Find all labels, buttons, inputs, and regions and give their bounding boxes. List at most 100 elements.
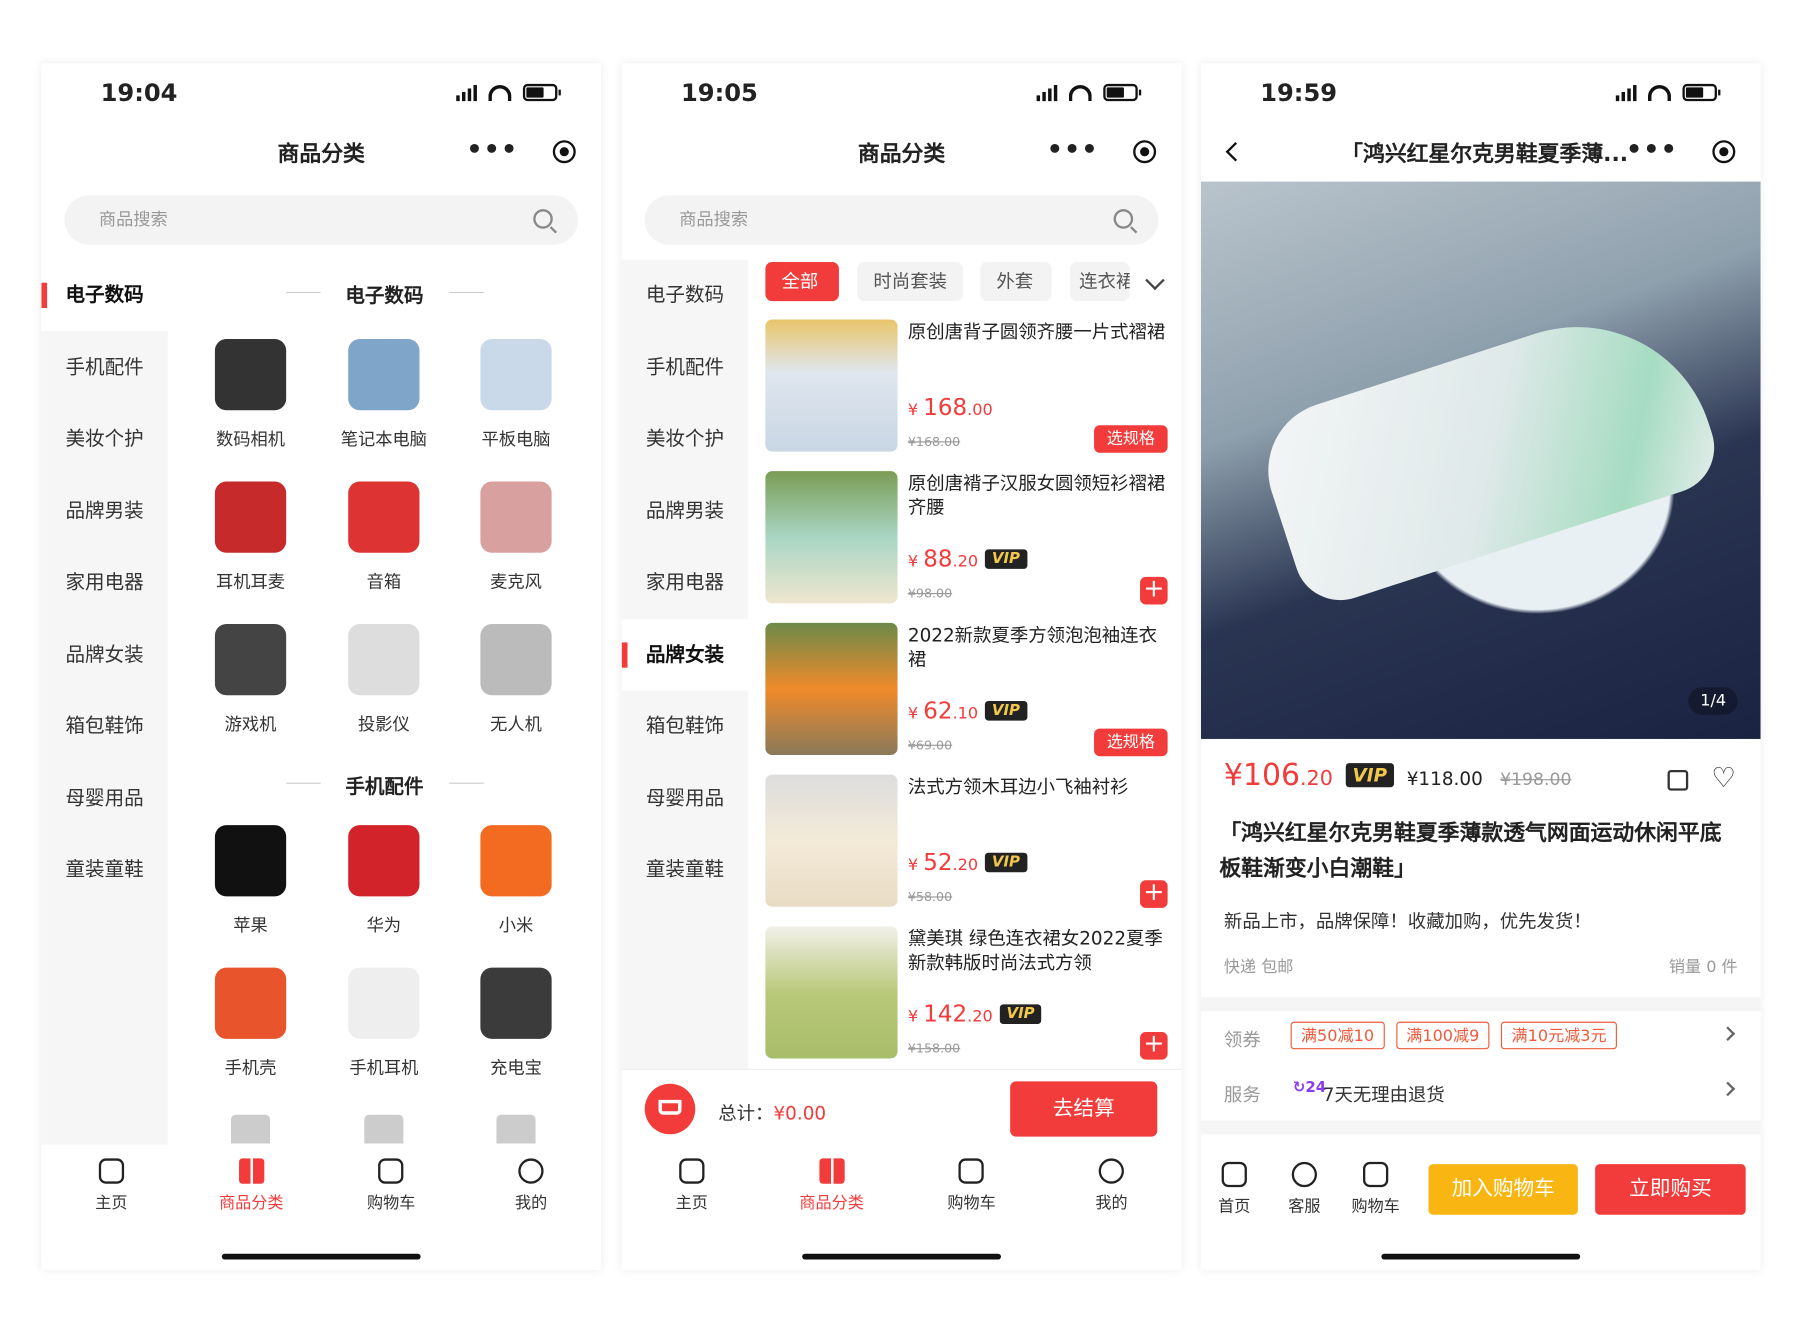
search-input[interactable]: 商品搜索 bbox=[644, 195, 1159, 245]
chip-3[interactable]: 连衣裙 bbox=[1069, 262, 1130, 302]
tab-cart[interactable]: 购物车 bbox=[321, 1149, 461, 1218]
sidebar-item[interactable]: 手机配件 bbox=[622, 332, 748, 403]
category-item[interactable]: 笔记本电脑 bbox=[321, 339, 447, 450]
category-label: 华为 bbox=[366, 914, 402, 936]
category-item[interactable]: 投影仪 bbox=[321, 624, 447, 735]
tab-bar: 主页 商品分类 购物车 我的 bbox=[622, 1149, 1182, 1218]
sidebar-item[interactable]: 美妆个护 bbox=[41, 403, 167, 474]
profile-icon bbox=[1098, 1158, 1125, 1184]
tab-category[interactable]: 商品分类 bbox=[181, 1149, 321, 1218]
category-item[interactable]: 音箱 bbox=[321, 481, 447, 593]
more-icon[interactable]: ••• bbox=[466, 136, 518, 165]
sidebar-item[interactable]: 品牌男装 bbox=[622, 475, 748, 546]
price-decimal: .10 bbox=[952, 704, 979, 723]
add-to-cart-button[interactable]: 加入购物车 bbox=[1428, 1164, 1578, 1215]
category-item[interactable]: 充电宝 bbox=[453, 967, 579, 1079]
sidebar-item[interactable]: 美妆个护 bbox=[622, 403, 748, 474]
sidebar-item[interactable]: 箱包鞋饰 bbox=[41, 691, 167, 762]
category-image bbox=[480, 339, 552, 411]
buy-now-button[interactable]: 立即购买 bbox=[1595, 1164, 1746, 1215]
category-item[interactable]: 耳机耳麦 bbox=[187, 481, 313, 593]
coupon-badge[interactable]: 满100减9 bbox=[1395, 1021, 1490, 1050]
sidebar-item[interactable]: 童装童鞋 bbox=[41, 834, 167, 905]
tab-category[interactable]: 商品分类 bbox=[762, 1149, 902, 1218]
search-icon[interactable] bbox=[1113, 209, 1134, 229]
search-input[interactable]: 商品搜索 bbox=[64, 195, 579, 245]
category-image bbox=[348, 624, 420, 696]
category-item[interactable]: 平板电脑 bbox=[453, 339, 579, 450]
sidebar-item[interactable]: 箱包鞋饰 bbox=[622, 691, 748, 762]
chip-1[interactable]: 时尚套装 bbox=[857, 262, 964, 302]
add-to-cart-button[interactable]: + bbox=[1140, 1031, 1168, 1060]
share-icon[interactable] bbox=[1667, 769, 1689, 791]
product-item[interactable]: 2022新款夏季方领泡泡袖连衣裙 ¥ 62.10 VIP ¥69.00 选规格 bbox=[765, 622, 1168, 759]
sidebar-item[interactable]: 母婴用品 bbox=[622, 763, 748, 834]
checkout-button[interactable]: 去结算 bbox=[1010, 1081, 1158, 1137]
sidebar-item[interactable]: 家用电器 bbox=[41, 547, 167, 618]
product-item[interactable]: 法式方领木耳边小飞袖衬衫 ¥ 52.20 VIP ¥58.00 + bbox=[765, 774, 1168, 911]
close-miniapp-icon[interactable] bbox=[1712, 140, 1736, 164]
more-icon[interactable]: ••• bbox=[1047, 136, 1099, 165]
category-item[interactable]: 无人机 bbox=[453, 624, 579, 735]
close-miniapp-icon[interactable] bbox=[1133, 140, 1157, 164]
coupon-list: 满50减10 满100减9 满10元减3元 bbox=[1290, 1021, 1629, 1050]
sidebar-item[interactable]: 童装童鞋 bbox=[622, 834, 748, 905]
tab-home[interactable]: 主页 bbox=[622, 1149, 762, 1218]
bottom-service-button[interactable]: 客服 bbox=[1277, 1155, 1332, 1217]
product-item[interactable]: 原创唐背子圆领齐腰一片式褶裙 ¥ 168.00 ¥168.00 选规格 bbox=[765, 319, 1168, 455]
vip-badge: VIP bbox=[984, 852, 1027, 873]
sales-count: 销量 0 件 bbox=[1668, 958, 1738, 977]
product-image-carousel[interactable]: 1/4 bbox=[1200, 181, 1761, 739]
category-item[interactable]: 游戏机 bbox=[187, 624, 313, 735]
coupon-row[interactable]: 领券 满50减10 满100减9 满10元减3元 bbox=[1224, 1021, 1738, 1052]
sidebar-item[interactable]: 手机配件 bbox=[41, 332, 167, 403]
chevron-down-icon[interactable] bbox=[1145, 270, 1165, 291]
chip-0[interactable]: 全部 bbox=[765, 262, 839, 302]
favorite-heart-icon[interactable]: ♡ bbox=[1711, 762, 1736, 794]
product-image bbox=[765, 774, 898, 907]
shoe-image bbox=[1250, 291, 1727, 613]
close-miniapp-icon[interactable] bbox=[552, 140, 576, 164]
sidebar-item[interactable]: 品牌女装 bbox=[41, 619, 167, 690]
add-to-cart-button[interactable]: + bbox=[1140, 576, 1168, 605]
service-row[interactable]: 服务 ↻24 7天无理由退货 bbox=[1224, 1079, 1738, 1107]
category-item[interactable]: 数码相机 bbox=[187, 339, 313, 450]
tab-cart[interactable]: 购物车 bbox=[902, 1149, 1042, 1218]
chip-2[interactable]: 外套 bbox=[980, 262, 1052, 302]
category-item[interactable]: 华为 bbox=[321, 825, 447, 936]
sidebar-item[interactable]: 电子数码 bbox=[622, 260, 748, 331]
bottom-cart-button[interactable]: 购物车 bbox=[1343, 1155, 1407, 1217]
cart-icon[interactable] bbox=[644, 1083, 696, 1135]
category-item[interactable]: 麦克风 bbox=[453, 481, 579, 593]
coupon-badge[interactable]: 满10元减3元 bbox=[1501, 1021, 1617, 1050]
category-item[interactable]: 小米 bbox=[453, 825, 579, 936]
category-label: 耳机耳麦 bbox=[216, 571, 286, 592]
more-icon[interactable]: ••• bbox=[1626, 136, 1678, 165]
back-icon[interactable] bbox=[1225, 141, 1246, 162]
sidebar-item[interactable]: 品牌女装 bbox=[621, 618, 749, 691]
category-item[interactable]: 苹果 bbox=[187, 825, 313, 936]
category-item[interactable]: 手机壳 bbox=[187, 967, 313, 1079]
add-to-cart-button[interactable]: + bbox=[1140, 880, 1168, 908]
chevron-right-icon[interactable] bbox=[1720, 1026, 1736, 1042]
chevron-right-icon[interactable] bbox=[1720, 1081, 1736, 1097]
divider bbox=[1200, 1120, 1761, 1135]
select-spec-button[interactable]: 选规格 bbox=[1094, 425, 1168, 453]
sidebar-item[interactable]: 家用电器 bbox=[622, 547, 748, 618]
sidebar-item[interactable]: 品牌男装 bbox=[41, 475, 167, 546]
sidebar-item[interactable]: 母婴用品 bbox=[41, 763, 167, 834]
search-icon[interactable] bbox=[533, 209, 553, 229]
price-row: ¥106.20 VIP ¥118.00 ¥198.00 bbox=[1224, 758, 1571, 792]
product-item[interactable]: 黛美琪 绿色连衣裙女2022夏季新款韩版时尚法式方领 ¥ 142.20 VIP ¥15… bbox=[765, 926, 1168, 1062]
tab-home[interactable]: 主页 bbox=[41, 1149, 181, 1218]
tab-mine[interactable]: 我的 bbox=[461, 1149, 601, 1218]
coupon-badge[interactable]: 满50减10 bbox=[1290, 1021, 1385, 1050]
tab-mine[interactable]: 我的 bbox=[1041, 1149, 1181, 1218]
category-item[interactable]: 手机耳机 bbox=[321, 967, 447, 1079]
sidebar-item[interactable]: 电子数码 bbox=[41, 259, 168, 331]
product-item[interactable]: 原创唐褙子汉服女圆领短衫褶裙齐腰 ¥ 88.20 VIP ¥98.00 + bbox=[765, 471, 1168, 607]
category-image bbox=[364, 1114, 404, 1144]
tab-label: 我的 bbox=[1095, 1194, 1128, 1213]
select-spec-button[interactable]: 选规格 bbox=[1094, 728, 1168, 757]
bottom-home-button[interactable]: 首页 bbox=[1207, 1155, 1262, 1217]
